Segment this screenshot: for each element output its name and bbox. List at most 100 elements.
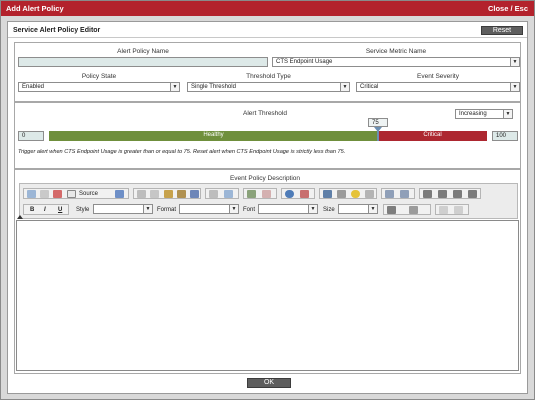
event-severity-label: Event Severity [417, 73, 459, 80]
service-metric-select[interactable]: CTS Endpoint Usage ▼ [272, 57, 520, 67]
threshold-type-value: Single Threshold [191, 84, 236, 90]
service-metric-value: CTS Endpoint Usage [276, 59, 333, 65]
threshold-min-input[interactable]: 0 [18, 131, 44, 141]
toolbar-group-history [435, 204, 469, 215]
event-severity-value: Critical [360, 84, 379, 90]
align-right-icon[interactable] [453, 190, 462, 198]
paste-word-icon[interactable] [190, 190, 199, 198]
font-label: Font [243, 207, 256, 213]
toolbar-group-clipboard [133, 188, 201, 199]
policy-state-value: Enabled [22, 84, 45, 90]
paste-text-icon[interactable] [177, 190, 186, 198]
preview-icon[interactable] [27, 190, 36, 198]
save-icon[interactable] [115, 190, 124, 198]
policy-settings-section: Alert Policy Name Service Metric Name CT… [14, 42, 521, 102]
event-description-label: Event Policy Description [229, 175, 301, 182]
dialog-title: Add Alert Policy [6, 4, 64, 13]
policy-name-input[interactable] [18, 57, 268, 67]
threshold-slider-line [377, 131, 379, 141]
copy-icon[interactable] [150, 190, 159, 198]
horizontal-rule-icon[interactable] [337, 190, 346, 198]
chevron-down-icon: ▼ [229, 205, 238, 213]
bold-button[interactable]: B [30, 206, 34, 214]
toolbar-group-print [205, 188, 239, 199]
service-metric-label: Service Metric Name [365, 48, 427, 55]
panel-header: Service Alert Policy Editor Reset [8, 22, 527, 38]
toolbar-group-color [383, 204, 431, 215]
align-justify-icon[interactable] [468, 190, 477, 198]
italic-button[interactable]: I [44, 206, 46, 214]
print-preview-icon[interactable] [40, 190, 49, 198]
print-icon[interactable] [209, 190, 218, 198]
title-bar: Add Alert Policy Close / Esc [1, 1, 534, 16]
healthy-range-bar: Healthy [49, 131, 378, 141]
reset-button[interactable]: Reset [481, 26, 523, 35]
format-select[interactable]: ▼ [179, 204, 239, 214]
chevron-down-icon: ▼ [510, 58, 519, 66]
chevron-down-icon: ▼ [510, 83, 519, 91]
toolbar-group-align [419, 188, 481, 199]
align-center-icon[interactable] [438, 190, 447, 198]
spellcheck-icon[interactable] [224, 190, 233, 198]
editor-toolbar: Source B I U Style ▼ Format ▼ Font ▼ Siz… [19, 183, 518, 219]
threshold-direction-value: Increasing [459, 111, 487, 117]
image-icon[interactable] [300, 190, 309, 198]
templates-icon[interactable] [53, 190, 62, 198]
format-label: Format [157, 207, 177, 213]
toolbar-group-document: Source [23, 188, 129, 199]
text-color-icon[interactable] [387, 206, 396, 214]
link-icon[interactable] [285, 190, 294, 198]
policy-name-label: Alert Policy Name [117, 48, 169, 55]
alert-threshold-section: Alert Threshold Increasing ▼ 0 Healthy C… [14, 102, 521, 169]
eraser-icon[interactable] [262, 190, 271, 198]
cut-icon[interactable] [137, 190, 146, 198]
size-select[interactable]: ▼ [338, 204, 378, 214]
threshold-type-select[interactable]: Single Threshold ▼ [187, 82, 350, 92]
alert-threshold-label: Alert Threshold [243, 110, 287, 117]
chevron-down-icon: ▼ [143, 205, 152, 213]
threshold-value-input[interactable]: 75 [368, 118, 388, 127]
source-icon[interactable] [67, 190, 76, 198]
background-color-icon[interactable] [409, 206, 418, 214]
source-button-label[interactable]: Source [79, 190, 98, 198]
toolbar-group-table [243, 188, 277, 199]
numbered-list-icon[interactable] [385, 190, 394, 198]
chevron-down-icon: ▼ [368, 205, 377, 213]
event-severity-select[interactable]: Critical ▼ [356, 82, 520, 92]
policy-state-select[interactable]: Enabled ▼ [18, 82, 180, 92]
threshold-type-label: Threshold Type [246, 73, 291, 80]
underline-button[interactable]: U [58, 206, 62, 214]
redo-icon[interactable] [454, 206, 463, 214]
chevron-down-icon: ▼ [503, 110, 512, 118]
align-left-icon[interactable] [423, 190, 432, 198]
chevron-down-icon: ▼ [308, 205, 317, 213]
undo-icon[interactable] [439, 206, 448, 214]
critical-range-bar: Critical [378, 131, 487, 141]
style-label: Style [76, 207, 90, 213]
toolbar-group-lists [381, 188, 415, 199]
threshold-description: Trigger alert when CTS Endpoint Usage is… [18, 149, 346, 155]
ok-button[interactable]: OK [247, 378, 291, 388]
service-alert-policy-editor: Service Alert Policy Editor Reset Alert … [7, 21, 528, 394]
special-char-icon[interactable] [365, 190, 374, 198]
add-alert-policy-dialog: Add Alert Policy Close / Esc Service Ale… [0, 0, 535, 400]
panel-title: Service Alert Policy Editor [13, 27, 101, 34]
font-select[interactable]: ▼ [258, 204, 318, 214]
smiley-icon[interactable] [351, 190, 360, 198]
policy-state-label: Policy State [81, 73, 117, 80]
event-description-section: Event Policy Description Source B I U St… [14, 169, 521, 374]
size-label: Size [323, 207, 335, 213]
toolbar-collapse-icon[interactable] [17, 215, 23, 219]
description-editor-area[interactable] [16, 220, 519, 371]
chevron-down-icon: ▼ [170, 83, 179, 91]
chevron-down-icon: ▼ [340, 83, 349, 91]
close-link[interactable]: Close / Esc [488, 4, 528, 13]
flash-icon[interactable] [323, 190, 332, 198]
threshold-direction-select[interactable]: Increasing ▼ [455, 109, 513, 119]
threshold-max-input[interactable]: 100 [492, 131, 518, 141]
toolbar-group-format: B I U [23, 204, 69, 215]
bulleted-list-icon[interactable] [400, 190, 409, 198]
table-icon[interactable] [247, 190, 256, 198]
style-select[interactable]: ▼ [93, 204, 153, 214]
paste-icon[interactable] [164, 190, 173, 198]
